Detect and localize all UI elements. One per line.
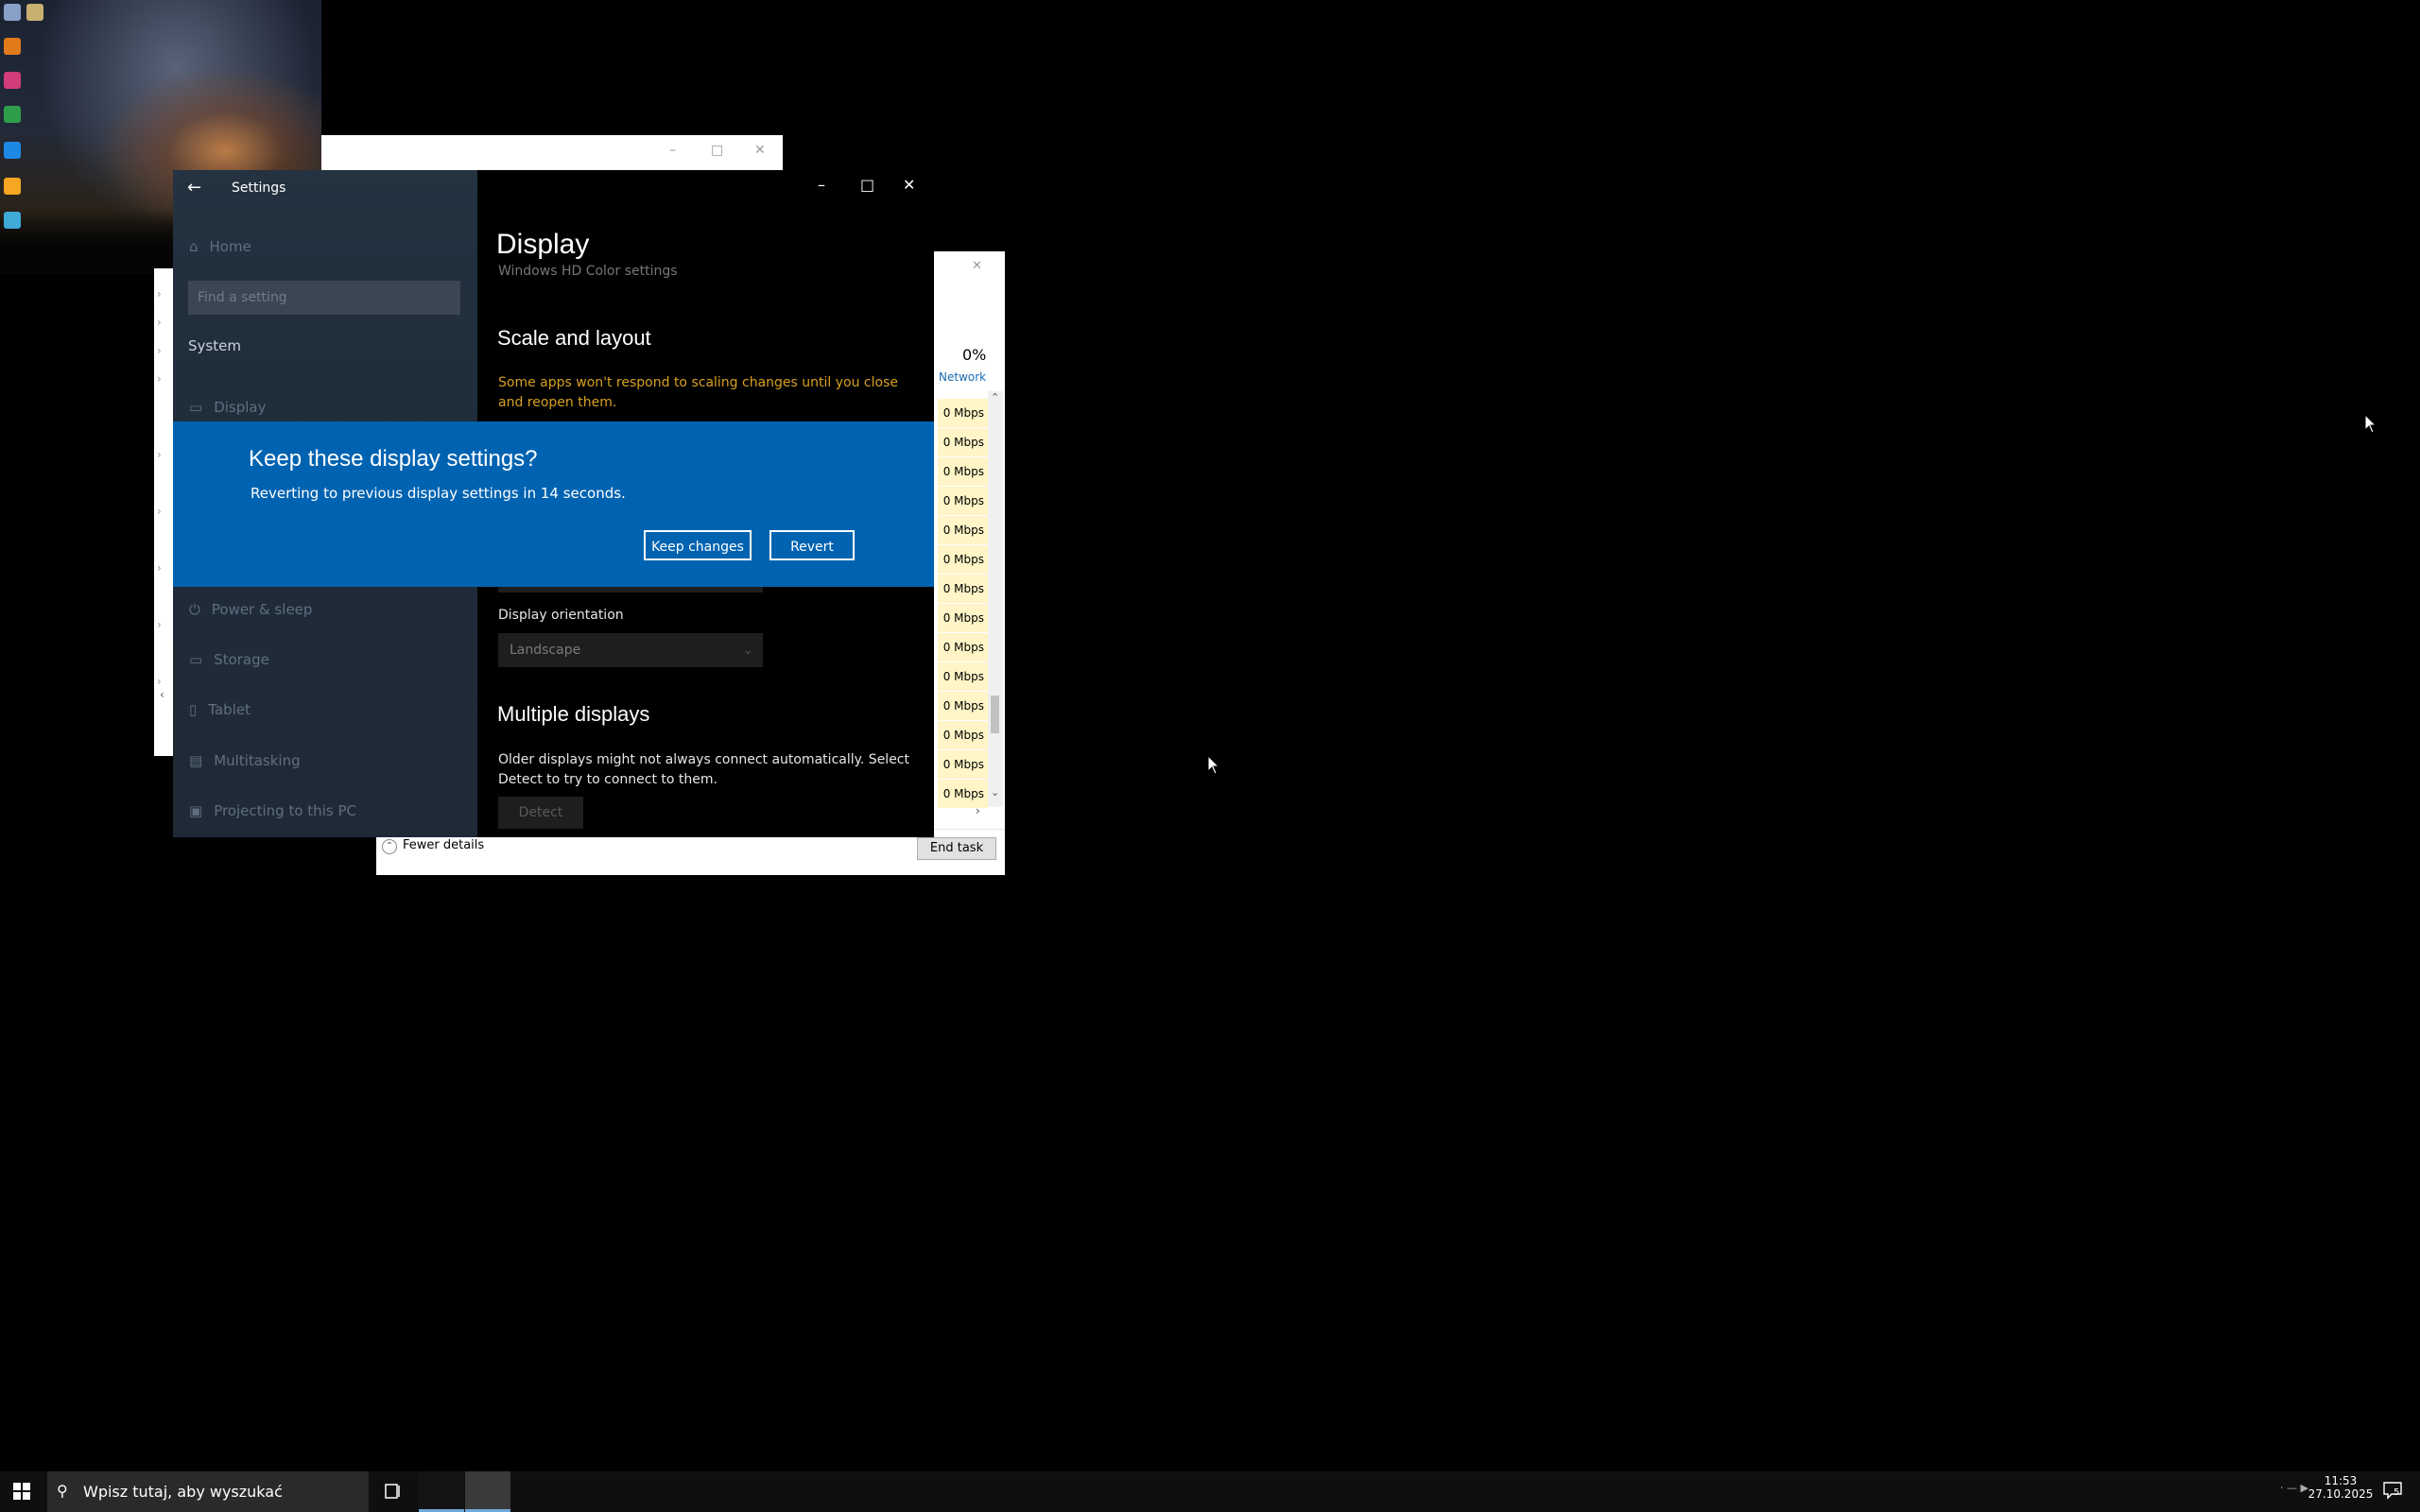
minimize-icon[interactable]: – <box>669 143 676 158</box>
background-window-edge: › › › › › › › › › ‹ <box>154 268 173 756</box>
taskbar-app-settings[interactable] <box>419 1471 464 1512</box>
chevron-up-icon: ⌃ <box>382 839 397 854</box>
network-value-cell: 0 Mbps <box>938 575 988 603</box>
multitasking-icon: ▤ <box>189 752 203 769</box>
end-task-button[interactable]: End task <box>917 837 996 860</box>
hdr-color-settings-link[interactable]: Windows HD Color settings <box>498 265 678 278</box>
nav-section-system: System <box>188 337 241 354</box>
fewer-details-button[interactable]: ⌃ Fewer details <box>382 838 484 854</box>
network-value-cell: 0 Mbps <box>938 399 988 427</box>
chevron-right-icon: › <box>157 448 162 461</box>
vertical-scrollbar[interactable]: ⌃ ⌄ <box>988 391 1003 807</box>
mouse-cursor-icon <box>1207 755 1220 775</box>
mouse-cursor-icon <box>2364 414 2377 434</box>
desktop-app-icon[interactable] <box>26 4 43 21</box>
chevron-right-icon: › <box>157 675 162 688</box>
multiple-displays-text: Older displays might not always connect … <box>498 752 909 787</box>
desktop-app-icon[interactable] <box>4 106 21 123</box>
desktop-app-icon[interactable] <box>4 38 21 55</box>
clock-date: 27.10.2025 <box>2308 1487 2374 1501</box>
fewer-details-label: Fewer details <box>403 838 485 852</box>
taskbar-app-task-manager[interactable] <box>465 1471 510 1512</box>
scale-layout-heading: Scale and layout <box>497 326 651 350</box>
network-value-cell: 0 Mbps <box>938 604 988 632</box>
notification-count: 5 <box>2394 1487 2400 1498</box>
network-value-cell: 0 Mbps <box>938 662 988 691</box>
nav-item-display[interactable]: ▭ Display <box>189 399 266 416</box>
power-icon: ⏻ <box>189 601 200 618</box>
chevron-right-icon: › <box>157 618 162 631</box>
chevron-right-icon: › <box>157 344 162 357</box>
network-value-cell: 0 Mbps <box>938 780 988 808</box>
orientation-value: Landscape <box>510 643 581 658</box>
chevron-down-icon: ⌄ <box>742 643 753 658</box>
page-title: Display <box>496 229 590 260</box>
chevron-right-icon: › <box>157 505 162 518</box>
scroll-down-icon[interactable]: ⌄ <box>991 786 999 799</box>
tablet-icon: ▯ <box>189 701 198 718</box>
network-value-cell: 0 Mbps <box>938 457 988 486</box>
windows-start-icon[interactable] <box>13 1483 30 1503</box>
task-view-icon[interactable] <box>383 1482 402 1504</box>
chevron-right-icon: › <box>157 287 162 301</box>
close-icon[interactable]: ✕ <box>903 176 915 194</box>
window-title: Settings <box>232 180 286 196</box>
home-icon: ⌂ <box>189 238 199 255</box>
storage-icon: ▭ <box>189 651 203 668</box>
revert-button[interactable]: Revert <box>769 530 855 560</box>
close-icon[interactable]: ✕ <box>754 143 766 158</box>
scaling-warning: Some apps won't respond to scaling chang… <box>498 375 898 410</box>
nav-home[interactable]: ⌂ Home <box>189 238 251 255</box>
notification-icon[interactable]: 5 <box>2382 1480 2403 1501</box>
nav-item-storage[interactable]: ▭ Storage <box>189 651 269 668</box>
nav-item-projecting[interactable]: ▣ Projecting to this PC <box>189 802 356 819</box>
taskbar-clock[interactable]: 11:53 27.10.2025 <box>2304 1474 2377 1501</box>
network-column-header[interactable]: Network <box>939 370 986 384</box>
nav-item-tablet[interactable]: ▯ Tablet <box>189 701 251 718</box>
network-value-cell: 0 Mbps <box>938 721 988 749</box>
multiple-displays-heading: Multiple displays <box>497 702 650 726</box>
network-value-cell: 0 Mbps <box>938 516 988 544</box>
network-value-cell: 0 Mbps <box>938 487 988 515</box>
display-icon: ▭ <box>189 399 203 416</box>
chevron-right-icon: › <box>157 561 162 575</box>
maximize-icon[interactable]: □ <box>860 176 874 194</box>
maximize-icon[interactable]: □ <box>711 143 723 158</box>
network-value-cell: 0 Mbps <box>938 428 988 456</box>
desktop-app-icon[interactable] <box>4 142 21 159</box>
minimize-icon[interactable]: – <box>818 176 825 194</box>
clock-time: 11:53 <box>2324 1474 2358 1487</box>
network-value-cell: 0 Mbps <box>938 545 988 574</box>
scroll-left-icon[interactable]: ‹ <box>160 688 164 701</box>
nav-item-power-sleep[interactable]: ⏻ Power & sleep <box>189 601 312 618</box>
desktop-app-icon[interactable] <box>4 212 21 229</box>
background-window[interactable]: – □ ✕ <box>321 135 783 171</box>
scroll-right-icon[interactable]: › <box>976 804 980 817</box>
taskbar-search-input[interactable]: Wpisz tutaj, aby wyszukać <box>47 1471 369 1512</box>
detect-button[interactable]: Detect <box>498 797 583 829</box>
back-arrow-icon[interactable]: ← <box>187 178 201 198</box>
search-icon: ⚲ <box>57 1482 68 1500</box>
recycle-bin-icon[interactable] <box>4 4 21 21</box>
desktop-app-icon[interactable] <box>4 178 21 195</box>
projecting-icon: ▣ <box>189 802 203 819</box>
network-value-cell: 0 Mbps <box>938 633 988 662</box>
chevron-right-icon: › <box>157 372 162 386</box>
dialog-message: Reverting to previous display settings i… <box>251 485 626 502</box>
network-percent: 0% <box>962 346 987 364</box>
settings-titlebar[interactable]: ← Settings – □ ✕ <box>173 170 934 206</box>
nav-item-multitasking[interactable]: ▤ Multitasking <box>189 752 301 769</box>
network-value-cell: 0 Mbps <box>938 750 988 779</box>
desktop-app-icon[interactable] <box>4 72 21 89</box>
close-icon[interactable]: ✕ <box>972 259 982 273</box>
find-setting-input[interactable]: Find a setting <box>188 281 460 315</box>
chevron-right-icon: › <box>157 316 162 329</box>
scroll-up-icon[interactable]: ⌃ <box>991 391 999 404</box>
dialog-title: Keep these display settings? <box>249 446 538 472</box>
scrollbar-thumb[interactable] <box>991 696 999 733</box>
orientation-dropdown[interactable]: Landscape ⌄ <box>498 633 763 667</box>
keep-changes-button[interactable]: Keep changes <box>644 530 752 560</box>
orientation-label: Display orientation <box>498 608 624 623</box>
network-value-cell: 0 Mbps <box>938 692 988 720</box>
